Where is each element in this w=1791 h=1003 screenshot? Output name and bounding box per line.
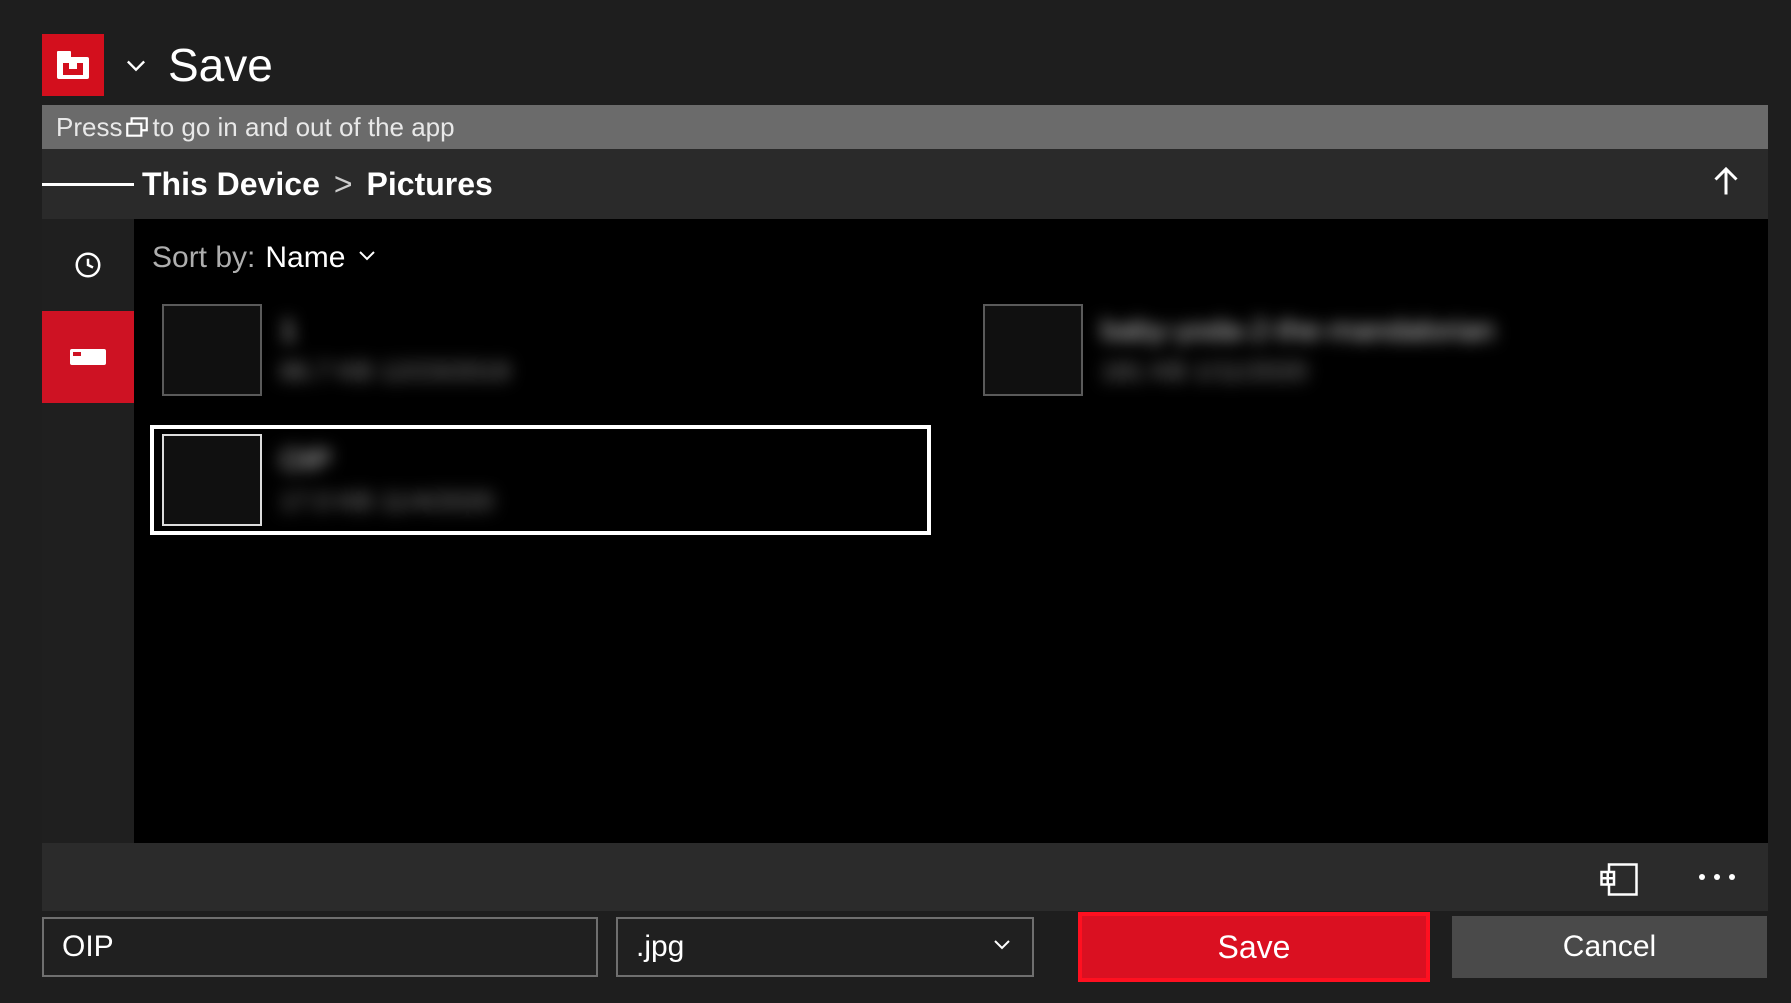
file-extension-value: .jpg [636, 930, 684, 964]
hamburger-menu-button[interactable] [42, 149, 134, 219]
file-name: OIP [280, 444, 493, 478]
save-dialog: Save Press to go in and out of the app T… [42, 25, 1768, 911]
content-toolbar [42, 843, 1768, 911]
sidebar [42, 219, 134, 843]
chevron-down-icon [355, 241, 379, 275]
file-meta: 17.0 KB 11/4/2020 [280, 486, 493, 517]
hint-prefix: Press [56, 112, 122, 143]
file-meta: 181 KB 1/11/2020 [1101, 356, 1495, 387]
sort-label: Sort by: [152, 241, 255, 275]
breadcrumb-leaf[interactable]: Pictures [367, 166, 493, 203]
file-thumbnail-icon [164, 306, 260, 394]
file-thumbnail-icon [164, 436, 260, 524]
hint-suffix: to go in and out of the app [152, 112, 454, 143]
breadcrumb-sep: > [334, 166, 353, 203]
file-item[interactable]: 1 86.7 KB 12/23/2019 [150, 295, 931, 405]
file-name: 1 [280, 314, 510, 348]
sidebar-item-recent[interactable] [42, 219, 134, 311]
sort-value: Name [265, 241, 345, 275]
file-item[interactable]: OIP 17.0 KB 11/4/2020 [150, 425, 931, 535]
file-grid: 1 86.7 KB 12/23/2019 baby-yoda-2-the-man… [146, 295, 1756, 535]
breadcrumb[interactable]: This Device > Pictures [142, 166, 493, 203]
dialog-title: Save [168, 38, 273, 92]
footer-controls: .jpg Save Cancel [42, 912, 1767, 982]
file-item[interactable]: baby-yoda-2-the-mandalorian 181 KB 1/11/… [971, 295, 1752, 405]
file-meta: 86.7 KB 12/23/2019 [280, 356, 510, 387]
filename-input[interactable] [42, 917, 598, 977]
file-content-area: Sort by: Name 1 86.7 KB 12/23/2019 [134, 219, 1768, 843]
window-switch-icon [124, 114, 150, 140]
breadcrumb-root[interactable]: This Device [142, 166, 320, 203]
file-thumbnail-icon [985, 306, 1081, 394]
app-logo-icon [42, 34, 104, 96]
title-bar: Save [42, 25, 1768, 105]
hint-bar: Press to go in and out of the app [42, 105, 1768, 149]
dialog-body: Sort by: Name 1 86.7 KB 12/23/2019 [42, 219, 1768, 843]
new-folder-button[interactable] [1596, 854, 1642, 900]
sidebar-item-this-device[interactable] [42, 311, 134, 403]
cancel-button[interactable]: Cancel [1452, 916, 1767, 978]
up-one-level-button[interactable] [1702, 157, 1750, 205]
chevron-down-icon [990, 930, 1014, 964]
app-menu-chevron-icon[interactable] [122, 51, 150, 79]
save-button[interactable]: Save [1078, 912, 1430, 982]
more-options-button[interactable] [1694, 854, 1740, 900]
sort-by-dropdown[interactable]: Sort by: Name [146, 233, 1756, 295]
nav-row: This Device > Pictures [42, 149, 1768, 219]
file-extension-select[interactable]: .jpg [616, 917, 1034, 977]
file-name: baby-yoda-2-the-mandalorian [1101, 314, 1495, 348]
